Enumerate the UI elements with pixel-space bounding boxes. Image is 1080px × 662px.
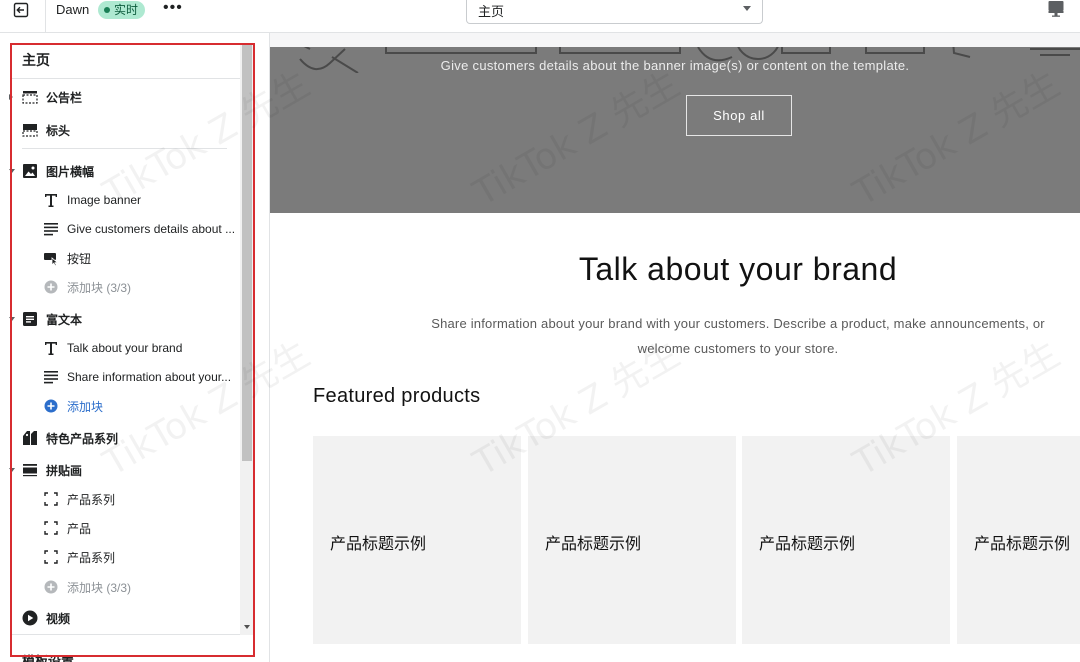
add-block-button[interactable]: 添加块 (3/3) (12, 575, 240, 599)
sidebar-item-label: Share information about your... (67, 370, 232, 384)
product-title: 产品标题示例 (974, 536, 1071, 553)
caret-down-icon[interactable] (9, 169, 15, 173)
theme-name: Dawn (56, 2, 90, 17)
sidebar-item-label: Give customers details about ... (67, 222, 236, 236)
sidebar-block-heading[interactable]: Talk about your brand (12, 336, 240, 360)
add-circle-icon (43, 398, 59, 414)
sidebar-item-label: 按钮 (67, 251, 92, 266)
sidebar-block-text[interactable]: Share information about your... (12, 365, 240, 389)
topbar-divider (45, 0, 46, 32)
sidebar-item-label: 视频 (46, 611, 71, 626)
image-icon (22, 163, 38, 179)
editor-top-bar: Dawn 实时 ••• 主页 (0, 0, 1080, 33)
add-circle-icon (43, 579, 59, 595)
scrollbar-thumb[interactable] (242, 45, 252, 461)
text-heading-icon (43, 192, 59, 208)
divider (12, 78, 240, 79)
sidebar-section-featured-collection[interactable]: 特色产品系列 (12, 426, 240, 450)
product-title: 产品标题示例 (759, 536, 856, 553)
sidebar-item-label: 产品系列 (67, 492, 116, 507)
text-block-icon (43, 221, 59, 237)
divider (12, 634, 240, 635)
page-selector-value: 主页 (478, 4, 505, 19)
text-block-icon (43, 369, 59, 385)
page-selector[interactable]: 主页 (466, 0, 763, 24)
rich-text-body[interactable]: Share information about your brand with … (410, 311, 1066, 361)
caret-right-icon[interactable] (9, 94, 13, 100)
shop-all-button[interactable]: Shop all (686, 95, 792, 136)
sidebar-block-collection[interactable]: 产品系列 (12, 487, 240, 511)
sidebar-item-label: Talk about your brand (67, 341, 183, 355)
sidebar-item-label: 拼贴画 (46, 463, 83, 478)
sidebar-item-label: 添加块 (67, 399, 104, 414)
sidebar-item-label: 富文本 (46, 312, 83, 327)
collage-icon (22, 462, 38, 478)
placeholder-frame-icon (43, 520, 59, 536)
placeholder-frame-icon (43, 491, 59, 507)
sections-sidebar: 主页 公告栏 标头 图片横幅 Image banner Give custome… (0, 33, 270, 662)
product-title: 产品标题示例 (545, 536, 642, 553)
header-icon (22, 122, 38, 138)
desktop-preview-icon[interactable] (1047, 0, 1065, 18)
exit-icon[interactable] (12, 1, 30, 19)
live-status-badge: 实时 (98, 1, 146, 19)
sidebar-item-label: 添加块 (3/3) (67, 280, 132, 295)
announcement-bar-icon (22, 89, 38, 105)
rich-text-heading[interactable]: Talk about your brand (270, 251, 1080, 288)
sidebar-item-label: 标头 (46, 123, 71, 138)
play-icon (22, 610, 38, 626)
store-preview: Give customers details about the banner … (270, 47, 1080, 662)
image-banner[interactable]: Give customers details about the banner … (270, 47, 1080, 213)
live-dot (104, 7, 110, 13)
sidebar-block-button[interactable]: 按钮 (12, 246, 240, 270)
featured-products-heading[interactable]: Featured products (313, 385, 480, 408)
sidebar-section-video[interactable]: 视频 (12, 606, 240, 630)
product-card[interactable]: 产品标题示例 (528, 436, 736, 644)
sidebar-section-image-banner[interactable]: 图片横幅 (9, 159, 240, 183)
sidebar-item-label: 产品系列 (67, 550, 116, 565)
chevron-down-icon (743, 6, 751, 11)
preview-frame-edge (270, 33, 1080, 47)
placeholder-frame-icon (43, 549, 59, 565)
scroll-down-arrow-icon[interactable] (244, 625, 250, 629)
product-card[interactable]: 产品标题示例 (957, 436, 1080, 644)
sidebar-item-label: 特色产品系列 (46, 431, 119, 446)
sidebar-title: 主页 (22, 52, 50, 68)
sidebar-section-rich-text[interactable]: 富文本 (9, 307, 240, 331)
product-card[interactable]: 产品标题示例 (742, 436, 950, 644)
product-card[interactable]: 产品标题示例 (313, 436, 521, 644)
sidebar-block-product[interactable]: 产品 (12, 516, 240, 540)
sidebar-block-heading[interactable]: Image banner (12, 188, 240, 212)
sidebar-block-collection[interactable]: 产品系列 (12, 545, 240, 569)
add-block-button[interactable]: 添加块 (12, 394, 240, 418)
product-title: 产品标题示例 (330, 536, 427, 553)
add-block-button[interactable]: 添加块 (3/3) (12, 275, 240, 299)
add-circle-icon (43, 279, 59, 295)
divider (22, 148, 227, 149)
sidebar-section-announcement-bar[interactable]: 公告栏 (9, 85, 240, 109)
live-badge-label: 实时 (114, 3, 139, 17)
sidebar-block-text[interactable]: Give customers details about ... (12, 217, 240, 241)
sidebar-item-label: 产品 (67, 521, 92, 536)
button-icon (43, 250, 59, 266)
sidebar-item-label: Image banner (67, 193, 142, 207)
sidebar-item-label: 图片横幅 (46, 164, 95, 179)
sidebar-item-label: 添加块 (3/3) (67, 580, 132, 595)
caret-down-icon[interactable] (9, 468, 15, 472)
sidebar-section-collage[interactable]: 拼贴画 (9, 458, 240, 482)
sidebar-item-label: 公告栏 (46, 90, 83, 105)
more-actions-button[interactable]: ••• (163, 0, 183, 16)
caret-down-icon[interactable] (9, 317, 15, 321)
sidebar-section-header[interactable]: 标头 (12, 118, 240, 142)
text-heading-icon (43, 340, 59, 356)
banner-description: Give customers details about the banner … (440, 58, 910, 73)
collection-tag-icon (22, 430, 38, 446)
rich-text-icon (22, 311, 38, 327)
theme-settings-link[interactable]: 模板设置 (22, 651, 74, 662)
